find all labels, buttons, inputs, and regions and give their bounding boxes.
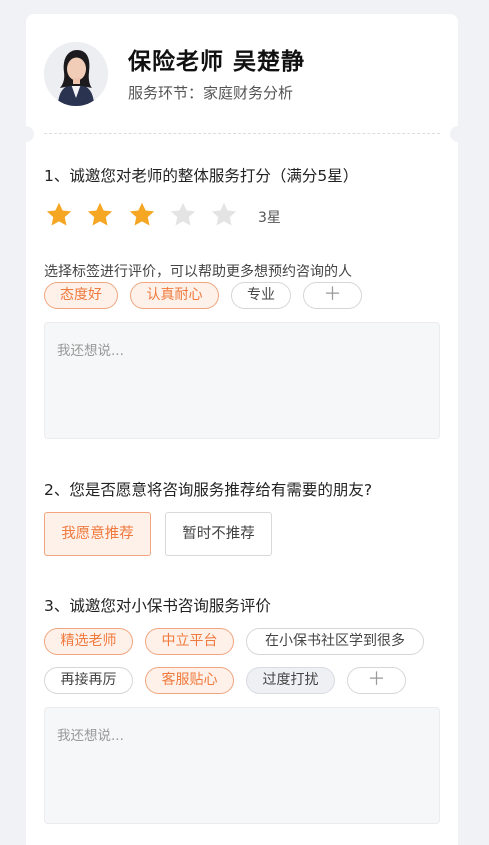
comment-input-2[interactable]: 我还想说... xyxy=(44,707,440,824)
advisor-name: 保险老师 吴楚静 xyxy=(128,49,306,75)
tag-professional[interactable]: 专业 xyxy=(231,282,291,309)
tag-keep-going[interactable]: 再接再厉 xyxy=(44,667,133,694)
tag-neutral-platform[interactable]: 中立平台 xyxy=(145,628,234,655)
evaluation-card: 保险老师 吴楚静 服务环节：家庭财务分析 1、诚邀您对老师的整体服务打分（满分5… xyxy=(18,14,466,845)
tag-over-disturb[interactable]: 过度打扰 xyxy=(246,667,335,694)
tag-patient[interactable]: 认真耐心 xyxy=(130,282,219,309)
recommend-no-button[interactable]: 暂时不推荐 xyxy=(165,512,272,556)
advisor-header: 保险老师 吴楚静 服务环节：家庭财务分析 xyxy=(26,14,458,134)
tag-hint: 选择标签进行评价，可以帮助更多想预约咨询的人 xyxy=(44,264,352,280)
tag-considerate-service[interactable]: 客服贴心 xyxy=(145,667,234,694)
add-tag-button[interactable]: ＋ xyxy=(347,667,406,694)
star-icon[interactable] xyxy=(85,200,115,230)
question-2-title: 2、您是否愿意将咨询服务推荐给有需要的朋友? xyxy=(44,481,373,499)
recommend-yes-button[interactable]: 我愿意推荐 xyxy=(44,512,151,556)
star-icon[interactable] xyxy=(127,200,157,230)
star-icon[interactable] xyxy=(168,200,198,230)
tag-community-learning[interactable]: 在小保书社区学到很多 xyxy=(246,628,424,655)
dashed-divider xyxy=(44,133,440,134)
tag-attitude[interactable]: 态度好 xyxy=(44,282,118,309)
star-icon[interactable] xyxy=(44,200,74,230)
question-3-title: 3、诚邀您对小保书咨询服务评价 xyxy=(44,597,271,615)
add-tag-button[interactable]: ＋ xyxy=(303,282,362,309)
right-notch xyxy=(450,126,466,142)
rating-text: 3星 xyxy=(258,210,281,226)
left-notch xyxy=(18,126,34,142)
comment-input-1[interactable]: 我还想说... xyxy=(44,322,440,439)
service-stage: 服务环节：家庭财务分析 xyxy=(128,84,294,102)
question-1-title: 1、诚邀您对老师的整体服务打分（满分5星） xyxy=(44,167,359,185)
avatar xyxy=(44,42,108,106)
star-icon[interactable] xyxy=(209,200,239,230)
tag-selected-advisor[interactable]: 精选老师 xyxy=(44,628,133,655)
